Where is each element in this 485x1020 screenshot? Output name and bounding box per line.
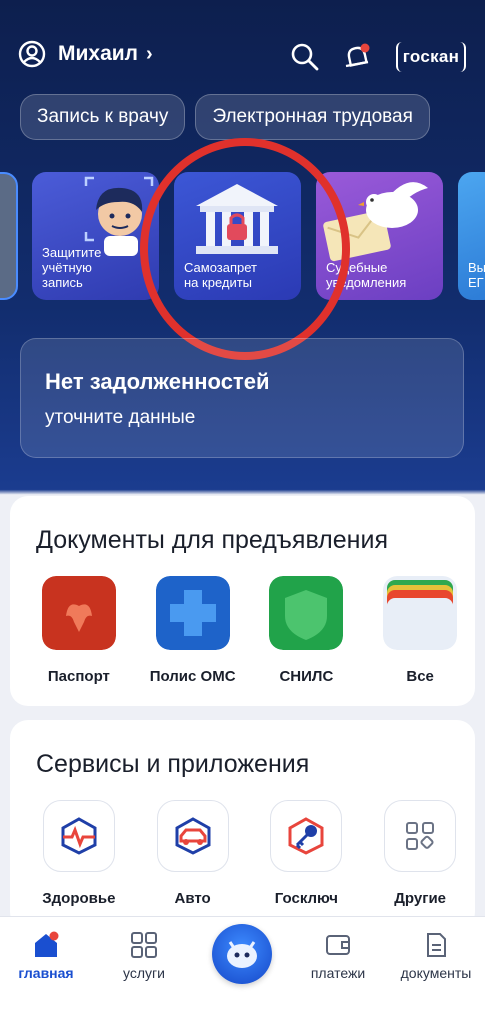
services-grid: Здоровье Авто Госключ Другие bbox=[10, 800, 475, 907]
grid-icon bbox=[406, 822, 435, 850]
doc-label: Полис ОМС bbox=[149, 668, 236, 685]
services-icon bbox=[131, 932, 157, 958]
documents-card: Документы для предъявления Паспорт Полис… bbox=[10, 496, 475, 706]
nav-services[interactable]: услуги bbox=[98, 931, 190, 981]
nav-documents[interactable]: документы bbox=[390, 931, 482, 981]
documents-grid: Паспорт Полис ОМС СНИЛС Все bbox=[10, 576, 475, 685]
doc-all[interactable]: Все bbox=[365, 576, 475, 685]
debt-title: Нет задолженностей bbox=[45, 369, 270, 394]
service-label: Госключ bbox=[274, 890, 338, 907]
doc-passport[interactable]: Паспорт bbox=[24, 576, 134, 685]
service-goskey[interactable]: Госключ bbox=[252, 800, 362, 907]
search-icon[interactable] bbox=[290, 42, 320, 72]
service-label: Другие bbox=[394, 890, 447, 907]
story-label: Защитите учётную запись bbox=[42, 245, 102, 290]
doc-oms[interactable]: Полис ОМС bbox=[138, 576, 248, 685]
service-auto[interactable]: Авто bbox=[138, 800, 248, 907]
robot-assistant-button[interactable] bbox=[212, 924, 272, 984]
passport-icon bbox=[41, 576, 116, 650]
car-icon bbox=[175, 817, 211, 855]
debt-status-card[interactable]: Нет задолженностей уточните данные bbox=[20, 338, 464, 458]
chip-doctor-appointment[interactable]: Запись к врачу bbox=[20, 94, 186, 140]
top-bar: Михаил › госкан bbox=[0, 38, 485, 78]
service-icon-box bbox=[384, 800, 457, 872]
service-icon-box bbox=[42, 800, 115, 872]
home-icon bbox=[35, 931, 59, 957]
robot-assistant-icon bbox=[227, 941, 257, 968]
doc-label: Все bbox=[406, 668, 434, 685]
nav-label: услуги bbox=[123, 965, 165, 981]
service-icon-box bbox=[156, 800, 229, 872]
doc-snils[interactable]: СНИЛС bbox=[252, 576, 362, 685]
chevron-right-icon: › bbox=[146, 42, 153, 65]
service-label: Авто bbox=[174, 890, 211, 907]
quick-chips: Запись к врачу Электронная трудовая bbox=[20, 94, 430, 140]
nav-home[interactable]: главная bbox=[0, 931, 92, 981]
services-card: Сервисы и приложения Здоровье Авто Госкл… bbox=[10, 720, 475, 930]
doc-label: Паспорт bbox=[47, 668, 110, 685]
nav-label: главная bbox=[18, 965, 74, 981]
doc-label: СНИЛС bbox=[279, 668, 334, 685]
debt-subtitle: уточните данные bbox=[45, 407, 196, 428]
story-label: Вы ЕГ bbox=[468, 260, 485, 290]
service-icon-box bbox=[270, 800, 343, 872]
service-health[interactable]: Здоровье bbox=[24, 800, 134, 907]
key-icon bbox=[288, 817, 324, 855]
oms-icon bbox=[155, 576, 230, 650]
profile-button[interactable]: Михаил › bbox=[18, 40, 153, 68]
chip-electronic-workbook[interactable]: Электронная трудовая bbox=[195, 94, 430, 140]
documents-title: Документы для предъявления bbox=[36, 526, 388, 554]
nav-label: документы bbox=[400, 965, 472, 981]
red-circle-annotation bbox=[140, 138, 350, 360]
nav-label: платежи bbox=[310, 965, 366, 981]
user-name: Михаил bbox=[58, 42, 139, 65]
service-label: Здоровье bbox=[42, 890, 116, 907]
document-icon bbox=[427, 933, 446, 957]
story-card-partial-left[interactable] bbox=[0, 172, 18, 300]
snils-icon bbox=[269, 576, 344, 650]
service-other[interactable]: Другие bbox=[365, 800, 475, 907]
services-title: Сервисы и приложения bbox=[36, 750, 310, 778]
story-card-partial-right[interactable]: Вы ЕГ bbox=[458, 172, 485, 300]
bell-icon[interactable] bbox=[343, 42, 371, 72]
wallet-icon bbox=[326, 935, 350, 955]
goskan-button[interactable]: госкан bbox=[396, 42, 466, 72]
health-icon bbox=[61, 817, 97, 855]
user-icon bbox=[18, 40, 46, 68]
all-docs-icon bbox=[383, 576, 458, 650]
nav-payments[interactable]: платежи bbox=[292, 931, 384, 981]
